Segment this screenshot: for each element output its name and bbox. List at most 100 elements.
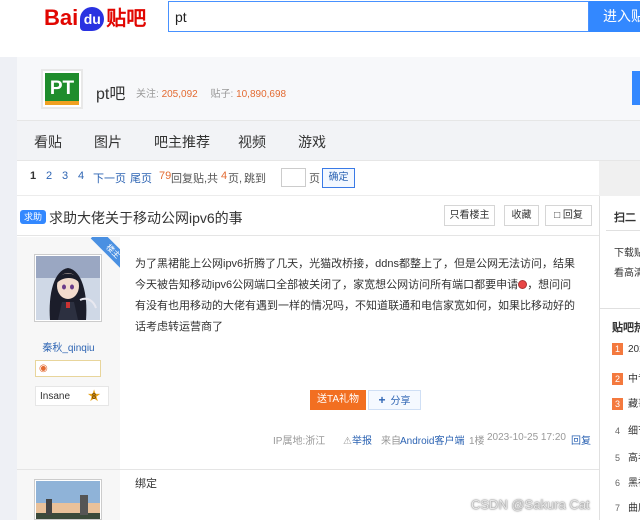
tab-posts[interactable]: 看贴 [34,132,62,152]
page-2[interactable]: 2 [46,170,52,182]
tab-recommended[interactable]: 吧主推荐 [154,132,210,152]
post2-content: 绑定 [135,478,157,490]
favorite-button[interactable]: 收藏 [504,205,539,226]
user-rank: Insane ★ 8 [35,386,109,406]
download-text-1: 下载贴 [614,248,640,259]
jump-label: 跳到 [244,173,266,185]
hot-rank: 1 [612,343,623,355]
rank-label: Insane [40,391,71,402]
floor-number: 1楼 [469,436,485,447]
top-search-bar: Baidu贴吧 进入贴吧 [0,0,640,57]
plus-icon: + [378,393,386,407]
landscape-avatar-image [36,481,100,519]
logo-du-paw-icon: du [80,7,105,31]
baidu-tieba-logo[interactable]: Bai du 贴吧 [44,4,146,33]
page-3[interactable]: 3 [62,170,68,182]
pagination: 1 2 3 4 下一页 尾页 79 回复贴,共 4 页, 跳到 页 确定 [17,161,599,196]
forum-nav: 看贴 图片 吧主推荐 视频 游戏 [17,120,640,161]
page-4[interactable]: 4 [78,170,84,182]
tab-games[interactable]: 游戏 [298,132,326,152]
enter-tieba-button[interactable]: 进入贴吧 [589,1,640,32]
hot-item[interactable]: 6 黑神 [612,474,640,489]
hot-text: 细节 [628,426,640,437]
logo-tieba: 贴吧 [106,8,147,30]
posts-count: 10,890,698 [236,89,287,100]
hot-rank: 3 [612,398,623,410]
game-controller-icon: ◉ [39,363,48,374]
post-divider [120,469,599,470]
send-gift-button[interactable]: 送TA礼物 [310,390,366,410]
share-label: 分享 [390,396,411,407]
follow-button[interactable] [632,71,640,105]
page-unit: 页 [309,173,320,185]
page-label: 页, [228,173,243,185]
hot-rank: 6 [614,478,620,488]
post1-text-part1: 为了黑裙能上公网ipv6折腾了几天，光猫改桥接，ddns都整上了，但是公网无法访… [135,258,576,291]
jump-page-input[interactable] [281,168,306,187]
hot-item[interactable]: 5 高考 [612,449,640,464]
hot-text: 曲库 [628,503,640,514]
user-level-box[interactable]: ◉ [35,360,101,377]
rank-level: 8 [91,392,97,401]
only-op-button[interactable]: 只看楼主 [444,205,495,226]
thread-title-bar: 求助 求助大佬关于移动公网ipv6的事 只看楼主 收藏 □ 回复 [17,196,599,236]
hot-item[interactable]: 4 细节 [612,422,640,437]
post1-content: 为了黑裙能上公网ipv6折腾了几天，光猫改桥接，ddns都整上了，但是公网无法访… [135,254,577,338]
reply-thread-button[interactable]: □ 回复 [545,205,592,226]
forum-avatar[interactable]: PT [41,69,83,109]
page-count: 4 [221,170,228,182]
emoji-icon [518,280,528,289]
forum-name[interactable]: pt吧 [96,80,125,104]
hot-item[interactable]: 3 藏哥 [612,395,640,410]
hot-list-title: 贴吧热 [612,322,640,334]
comment-icon: □ [554,210,561,221]
forum-header: PT pt吧 关注: 205,092 贴子: 10,890,698 [17,57,640,120]
hot-item[interactable]: 1 202 [612,343,640,357]
hot-rank: 2 [612,373,623,385]
sidebar-divider [606,230,640,231]
csdn-watermark: CSDN @Sakura Cat [471,497,590,512]
hot-text: 藏哥 [628,399,640,410]
rank-star-icon: ★ 8 [86,388,102,405]
post2-user-avatar[interactable] [34,479,102,520]
share-button[interactable]: + 分享 [368,390,421,410]
next-page-link[interactable]: 下一页 [93,170,126,186]
tab-videos[interactable]: 视频 [238,132,266,152]
last-page-link[interactable]: 尾页 [130,170,152,186]
forum-avatar-text: PT [45,73,79,105]
user-avatar[interactable] [34,254,102,322]
report-link[interactable]: ⚠举报 [343,432,372,447]
android-client-link[interactable]: Android客户端 [400,432,464,447]
username-link[interactable]: 秦秋_qinqiu [17,339,120,354]
hot-list: 贴吧热 1 202 2 中专 3 藏哥 4 细节 5 高考 6 黑神 7 曲库 [600,308,640,520]
hot-rank: 7 [614,503,620,513]
reply-count: 79 [159,170,172,182]
followers-label: 关注: [136,89,159,100]
ip-location: IP属地:浙江 [273,436,326,447]
hot-text: 高考 [628,453,640,464]
reply-thread-label: 回复 [562,210,583,221]
thread-title: 求助大佬关于移动公网ipv6的事 [49,210,243,226]
followers-count: 205,092 [161,89,198,100]
report-label: 举报 [351,436,372,447]
post-reply-link[interactable]: 回复 [571,432,591,447]
warning-icon: ⚠ [343,436,352,447]
left-margin [0,57,17,520]
hot-item[interactable]: 7 曲库 [612,499,640,514]
hot-text: 黑神 [628,478,640,489]
posts-label: 贴子: [210,89,234,100]
scan-qrcode-title: 扫二 [614,212,636,224]
forum-stats: 关注: 205,092 贴子: 10,890,698 [136,85,296,100]
tab-pictures[interactable]: 图片 [94,132,122,152]
post-time: 2023-10-25 17:20 [487,432,566,443]
hot-text: 202 [628,344,640,355]
download-text-2: 看高清 [614,268,640,279]
thread-area: 求助 求助大佬关于移动公网ipv6的事 只看楼主 收藏 □ 回复 楼主 秦秋_q… [17,196,599,520]
anime-avatar-image [36,256,100,320]
source-prefix: 来自 [381,436,401,447]
hot-item[interactable]: 2 中专 [612,370,640,385]
search-input[interactable] [168,1,589,32]
reply-label: 回复贴,共 [171,173,219,185]
hot-rank: 4 [614,426,620,436]
jump-confirm-button[interactable]: 确定 [322,168,355,188]
